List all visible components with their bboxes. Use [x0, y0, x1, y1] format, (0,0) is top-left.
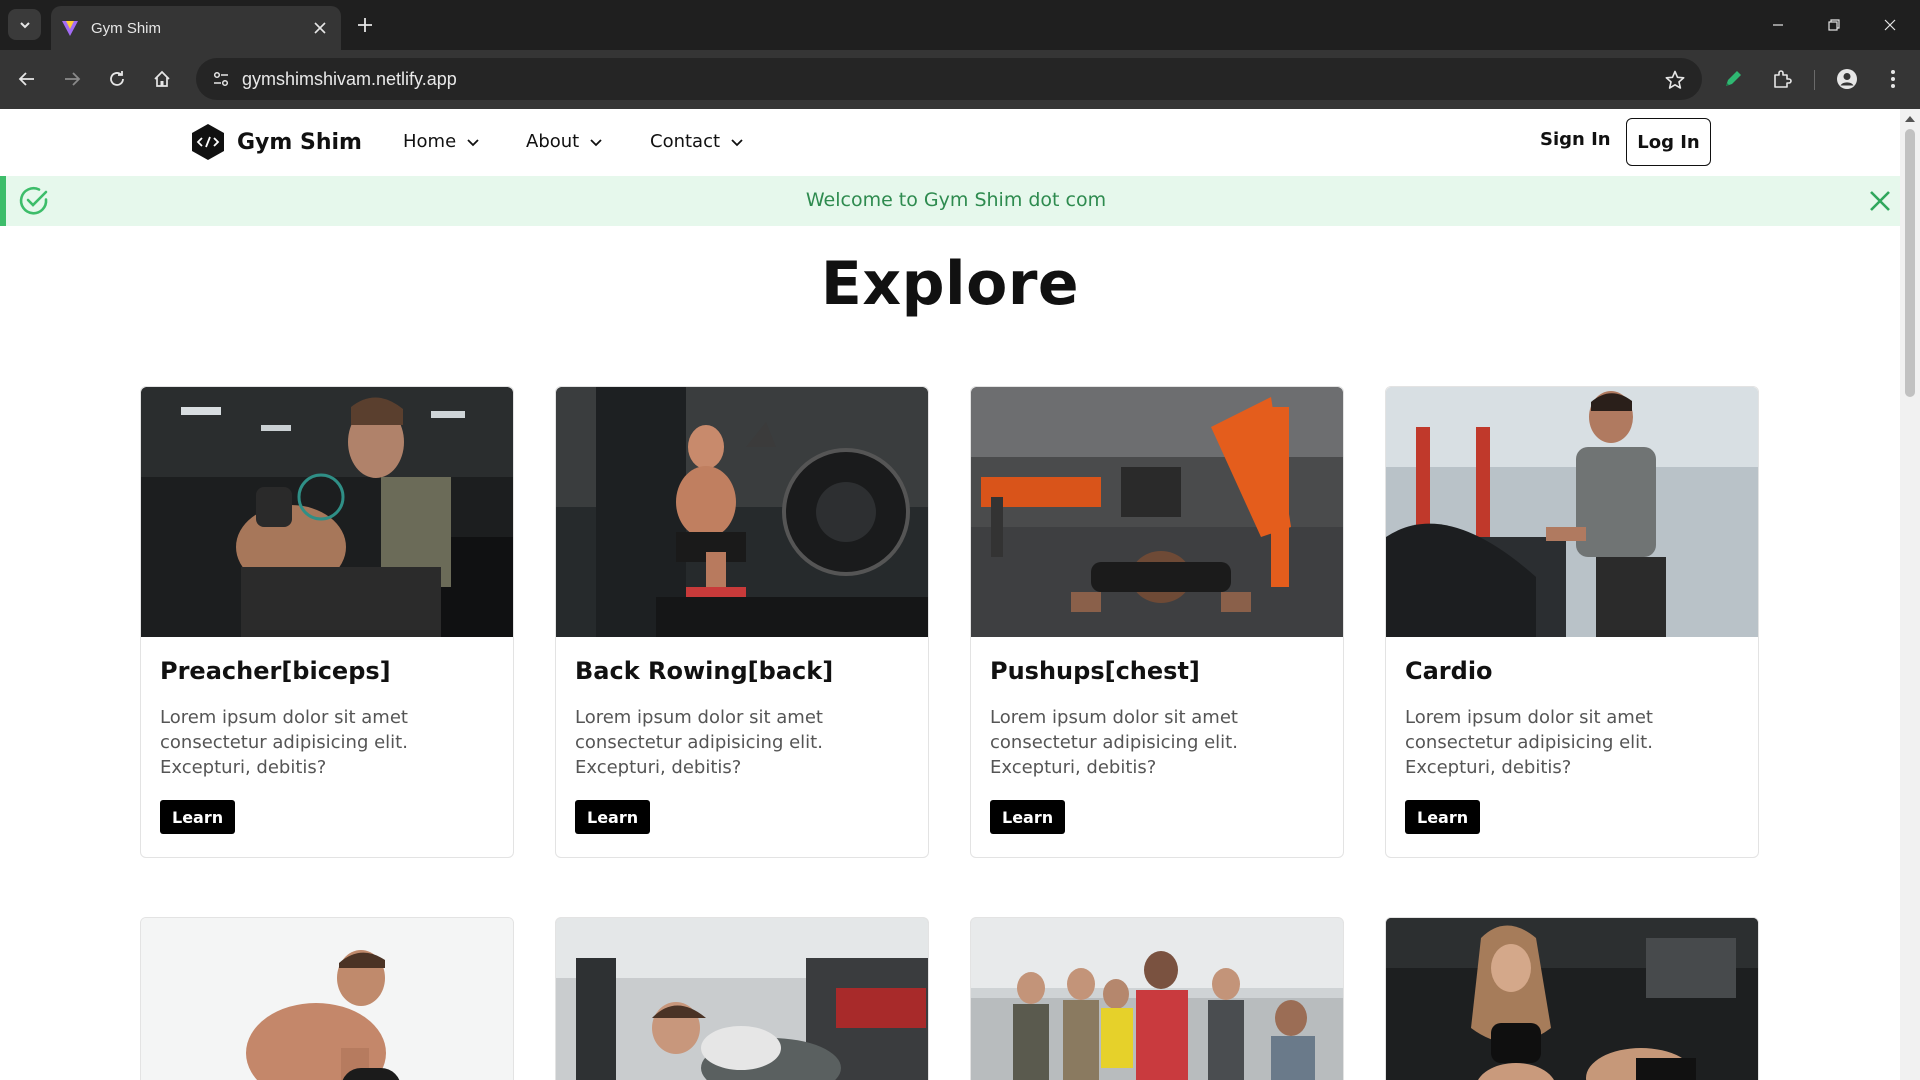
extensions-button[interactable]: [1765, 62, 1799, 96]
page-scrollbar[interactable]: [1900, 109, 1920, 1080]
welcome-alert: Welcome to Gym Shim dot com: [0, 176, 1900, 226]
reload-icon: [110, 71, 124, 86]
arrow-left-icon: [18, 72, 34, 86]
exercise-card-image: [555, 917, 929, 1080]
exercise-card: Preacher[biceps] Lorem ipsum dolor sit a…: [140, 386, 514, 858]
home-icon: [154, 70, 170, 87]
web-page: Gym Shim Home About Contact Sign In Log …: [0, 109, 1900, 1080]
browser-tab[interactable]: Gym Shim: [51, 6, 341, 50]
browser-toolbar: gymshimshivam.netlify.app: [0, 50, 1920, 109]
card-image: [971, 387, 1343, 637]
chevron-down-icon: [590, 138, 602, 146]
restore-window-button[interactable]: [1806, 0, 1862, 50]
learn-button[interactable]: Learn: [575, 800, 651, 834]
close-window-button[interactable]: [1862, 0, 1918, 50]
close-tab-button[interactable]: [305, 13, 335, 43]
account-icon: [1837, 69, 1857, 89]
log-in-button[interactable]: Log In: [1626, 118, 1711, 166]
card-text: Lorem ipsum dolor sit amet consectetur a…: [575, 707, 823, 778]
puzzle-icon: [1774, 70, 1792, 88]
reload-button[interactable]: [100, 62, 134, 96]
exercise-card-image: [970, 917, 1344, 1080]
star-icon: [1665, 70, 1685, 89]
card-title: Cardio: [1405, 657, 1493, 685]
browser-tab-bar: Gym Shim: [0, 0, 1920, 50]
exercise-card-image: [140, 917, 514, 1080]
code-logo-icon: [192, 124, 224, 160]
card-image: [141, 387, 513, 637]
arrow-right-icon: [65, 72, 81, 86]
learn-button[interactable]: Learn: [1405, 800, 1481, 834]
exercise-card: Back Rowing[back] Lorem ipsum dolor sit …: [555, 386, 929, 858]
site-info-button[interactable]: [208, 66, 234, 92]
address-bar[interactable]: gymshimshivam.netlify.app: [196, 58, 1702, 100]
sign-in-link[interactable]: Sign In: [1540, 129, 1611, 150]
back-button[interactable]: [10, 62, 44, 96]
page-title: Explore: [820, 249, 1080, 319]
plus-icon: [358, 18, 372, 32]
new-tab-button[interactable]: [350, 10, 380, 40]
scrollbar-thumb[interactable]: [1905, 129, 1915, 397]
site-favicon-icon: [62, 21, 78, 36]
card-image: [556, 387, 928, 637]
bookmark-button[interactable]: [1662, 67, 1688, 93]
nav-about-label: About: [526, 131, 580, 152]
site-navbar: Gym Shim Home About Contact Sign In Log …: [0, 109, 1900, 175]
exercise-card: Cardio Lorem ipsum dolor sit amet consec…: [1385, 386, 1759, 858]
chevron-down-icon: [19, 21, 30, 28]
forward-button[interactable]: [55, 62, 89, 96]
chevron-down-icon: [731, 138, 743, 146]
brand-name: Gym Shim: [237, 129, 362, 155]
card-title: Preacher[biceps]: [160, 657, 391, 685]
profile-button[interactable]: [1830, 62, 1864, 96]
nav-contact-label: Contact: [650, 131, 721, 152]
toolbar-separator: [1814, 70, 1815, 90]
close-icon: [314, 22, 326, 34]
chevron-down-icon: [467, 138, 479, 146]
url-text: gymshimshivam.netlify.app: [242, 69, 457, 89]
card-title: Pushups[chest]: [990, 657, 1200, 685]
nav-home-label: Home: [403, 131, 457, 152]
tab-search-button[interactable]: [8, 9, 41, 40]
alert-message: Welcome to Gym Shim dot com: [805, 189, 1107, 211]
restore-icon: [1828, 19, 1840, 31]
card-text: Lorem ipsum dolor sit amet consectetur a…: [990, 707, 1238, 778]
card-title: Back Rowing[back]: [575, 657, 834, 685]
card-text: Lorem ipsum dolor sit amet consectetur a…: [1405, 707, 1653, 778]
minimize-icon: [1773, 24, 1783, 26]
brand-link[interactable]: Gym Shim: [190, 123, 362, 161]
card-image: [1386, 387, 1758, 637]
minimize-window-button[interactable]: [1750, 0, 1806, 50]
scroll-up-arrow-icon[interactable]: [1904, 113, 1916, 125]
nav-home[interactable]: Home: [403, 131, 480, 152]
close-icon: [1884, 19, 1896, 31]
browser-menu-button[interactable]: [1876, 62, 1910, 96]
nav-contact[interactable]: Contact: [650, 131, 744, 152]
pen-icon: [1726, 71, 1741, 86]
tab-title: Gym Shim: [91, 19, 162, 37]
tune-icon: [213, 71, 229, 87]
extension-pen-button[interactable]: [1716, 62, 1750, 96]
exercise-card-image: [1385, 917, 1759, 1080]
learn-button[interactable]: Learn: [160, 800, 236, 834]
nav-about[interactable]: About: [526, 131, 603, 152]
learn-button[interactable]: Learn: [990, 800, 1066, 834]
close-icon[interactable]: [1867, 188, 1893, 214]
exercise-card: Pushups[chest] Lorem ipsum dolor sit ame…: [970, 386, 1344, 858]
card-text: Lorem ipsum dolor sit amet consectetur a…: [160, 707, 408, 778]
home-button[interactable]: [145, 62, 179, 96]
more-vertical-icon: [1891, 70, 1895, 88]
